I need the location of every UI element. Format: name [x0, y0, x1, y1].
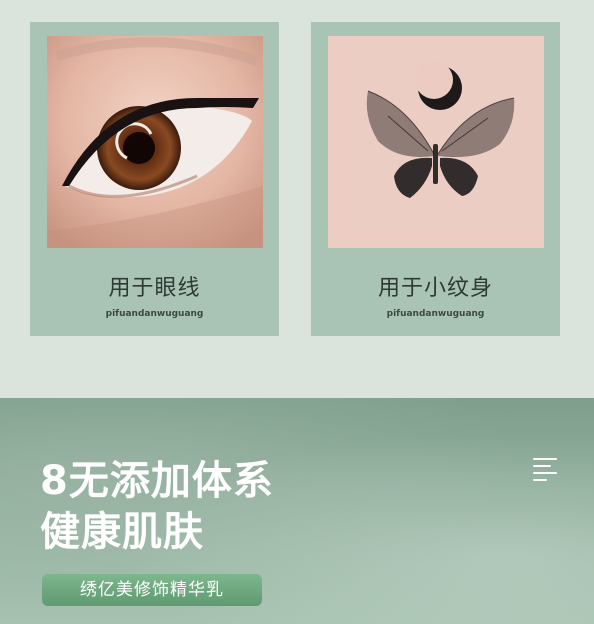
eyeliner-title: 用于眼线	[108, 276, 201, 301]
tattoo-photo	[328, 36, 544, 248]
tattoo-card[interactable]: 用于小纹身 pifuandanwuguang	[311, 22, 560, 336]
menu-line	[533, 472, 557, 474]
headline-line-2: 健康肌肤	[40, 509, 204, 555]
eyeliner-photo	[47, 36, 263, 248]
menu-icon[interactable]	[533, 456, 559, 481]
product-label-button[interactable]: 绣亿美修饰精华乳	[42, 574, 262, 606]
eyeliner-card[interactable]: 用于眼线 pifuandanwuguang	[30, 22, 279, 336]
menu-line	[533, 465, 551, 467]
menu-line	[533, 479, 547, 481]
headline-line-1: 8无添加体系	[40, 458, 274, 504]
tattoo-subtitle: pifuandanwuguang	[386, 309, 485, 319]
eyeliner-subtitle: pifuandanwuguang	[105, 309, 204, 319]
menu-line	[533, 458, 557, 460]
showcase-section: 用于眼线 pifuandanwuguang 用于小纹身 pifuandanwug…	[0, 0, 594, 398]
promo-banner: 8无添加体系 健康肌肤 绣亿美修饰精华乳	[0, 398, 594, 624]
tattoo-title: 用于小纹身	[377, 276, 493, 301]
